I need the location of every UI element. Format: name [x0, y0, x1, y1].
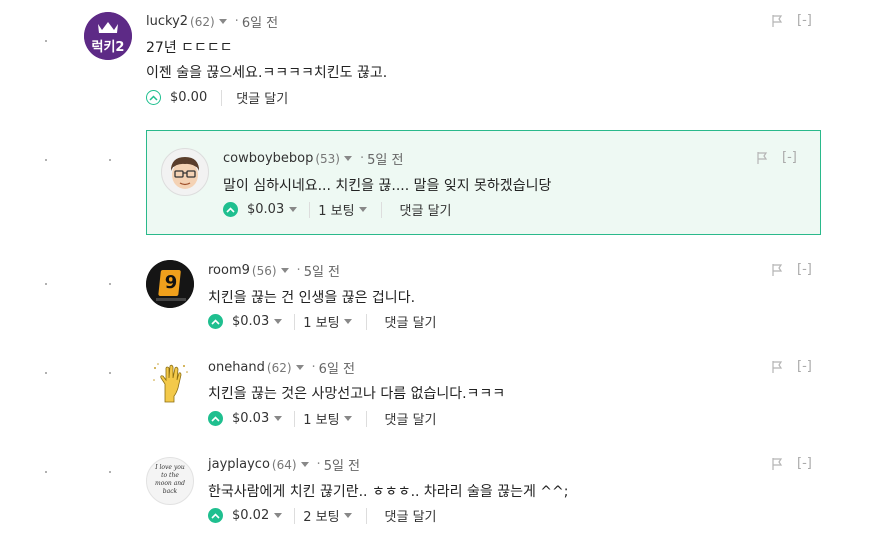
reply-button[interactable]: 댓글 달기 — [236, 88, 288, 107]
comment-text: 치킨을 끊는 건 인생을 끊은 겁니다. — [208, 290, 416, 306]
chevron-up-icon — [226, 206, 235, 213]
reputation: (56) — [251, 263, 277, 278]
chevron-down-icon[interactable] — [274, 416, 283, 421]
avatar[interactable] — [161, 148, 209, 196]
author-name[interactable]: cowboybebop — [223, 151, 313, 166]
chevron-down-icon[interactable] — [274, 319, 283, 324]
thread-dot — [109, 471, 111, 473]
upvote-button[interactable] — [223, 202, 238, 217]
timestamp[interactable]: 6일 전 — [319, 358, 355, 377]
thread-dot — [45, 283, 47, 285]
avatar[interactable]: 9 — [146, 260, 194, 308]
thread-dot — [45, 372, 47, 374]
payout-amount[interactable]: $0.00 — [170, 90, 207, 105]
reputation: (62) — [266, 360, 292, 375]
thread-dot — [109, 159, 111, 161]
payout-amount[interactable]: $0.02 — [232, 508, 269, 523]
comment-text: 말이 심하시네요... 치킨을 끊.... 말을 잊지 못하겠습니당 — [223, 178, 552, 194]
chevron-down-icon[interactable] — [218, 19, 227, 24]
avatar[interactable]: 럭키2 — [84, 12, 132, 60]
reply-button[interactable]: 댓글 달기 — [385, 409, 437, 428]
chevron-down-icon[interactable] — [343, 156, 352, 161]
chevron-down-icon[interactable] — [295, 365, 304, 370]
vote-count[interactable]: 1 보팅 — [303, 312, 339, 331]
chevron-down-icon[interactable] — [343, 513, 352, 518]
payout-amount[interactable]: $0.03 — [247, 202, 284, 217]
comment-text: 이젠 술을 끊으세요.ㅋㅋㅋㅋ치킨도 끊고. — [146, 65, 388, 81]
collapse-button[interactable]: [-] — [797, 456, 812, 471]
thread-dot — [45, 471, 47, 473]
vote-count[interactable]: 1 보팅 — [303, 409, 339, 428]
chevron-down-icon[interactable] — [274, 513, 283, 518]
timestamp[interactable]: 6일 전 — [242, 12, 278, 31]
flag-icon[interactable] — [772, 14, 783, 27]
thread-dot — [45, 40, 47, 42]
hand-icon — [153, 363, 188, 403]
author-name[interactable]: onehand — [208, 360, 265, 375]
flag-icon[interactable] — [772, 360, 783, 373]
timestamp[interactable]: 5일 전 — [304, 261, 340, 280]
comment-text: 치킨을 끊는 것은 사망선고나 다름 없습니다.ㅋㅋㅋ — [208, 386, 506, 402]
timestamp[interactable]: 5일 전 — [367, 149, 403, 168]
vote-count[interactable]: 1 보팅 — [318, 200, 354, 219]
chevron-down-icon[interactable] — [280, 268, 289, 273]
comment-text: 27년 ㄷㄷㄷㄷ — [146, 40, 233, 56]
reply-button[interactable]: 댓글 달기 — [400, 200, 452, 219]
author-name[interactable]: jayplayco — [208, 457, 270, 472]
avatar-label: I love you to the moon and back — [155, 464, 185, 495]
chevron-down-icon[interactable] — [358, 207, 367, 212]
timestamp[interactable]: 5일 전 — [324, 455, 360, 474]
reply-button[interactable]: 댓글 달기 — [385, 312, 437, 331]
reply-button[interactable]: 댓글 달기 — [385, 506, 437, 525]
chevron-down-icon[interactable] — [343, 416, 352, 421]
author-name[interactable]: lucky2 — [146, 14, 188, 29]
vote-count[interactable]: 2 보팅 — [303, 506, 339, 525]
upvote-button[interactable] — [208, 314, 223, 329]
reputation: (62) — [190, 14, 215, 29]
chevron-down-icon[interactable] — [300, 462, 309, 467]
upvote-button[interactable] — [208, 508, 223, 523]
avatar[interactable]: I love you to the moon and back — [146, 457, 194, 505]
reputation: (53) — [315, 151, 340, 166]
avatar[interactable] — [146, 358, 194, 406]
reputation: (64) — [271, 457, 297, 472]
chevron-up-icon — [211, 415, 220, 422]
collapse-button[interactable]: [-] — [797, 262, 812, 277]
payout-amount[interactable]: $0.03 — [232, 314, 269, 329]
payout-amount[interactable]: $0.03 — [232, 411, 269, 426]
flag-icon[interactable] — [772, 457, 783, 470]
face-icon — [171, 157, 199, 189]
upvote-button[interactable] — [208, 411, 223, 426]
collapse-button[interactable]: [-] — [797, 13, 812, 28]
flag-icon[interactable] — [772, 263, 783, 276]
chevron-up-icon — [211, 512, 220, 519]
comment-text: 한국사람에게 치킨 끊기란.. ㅎㅎㅎ.. 차라리 술을 끊는게 ^^; — [208, 484, 569, 500]
chevron-down-icon[interactable] — [343, 319, 352, 324]
collapse-button[interactable]: [-] — [782, 150, 797, 165]
chevron-down-icon[interactable] — [289, 207, 298, 212]
chevron-up-icon — [149, 94, 158, 101]
avatar-label: 9 — [164, 272, 178, 293]
chevron-up-icon — [211, 318, 220, 325]
author-name[interactable]: room9 — [208, 263, 250, 278]
thread-dot — [109, 372, 111, 374]
thread-dot — [109, 283, 111, 285]
collapse-button[interactable]: [-] — [797, 359, 812, 374]
flag-icon[interactable] — [757, 151, 768, 164]
thread-dot — [45, 159, 47, 161]
avatar-label: 럭키2 — [91, 40, 125, 55]
upvote-button[interactable] — [146, 90, 161, 105]
